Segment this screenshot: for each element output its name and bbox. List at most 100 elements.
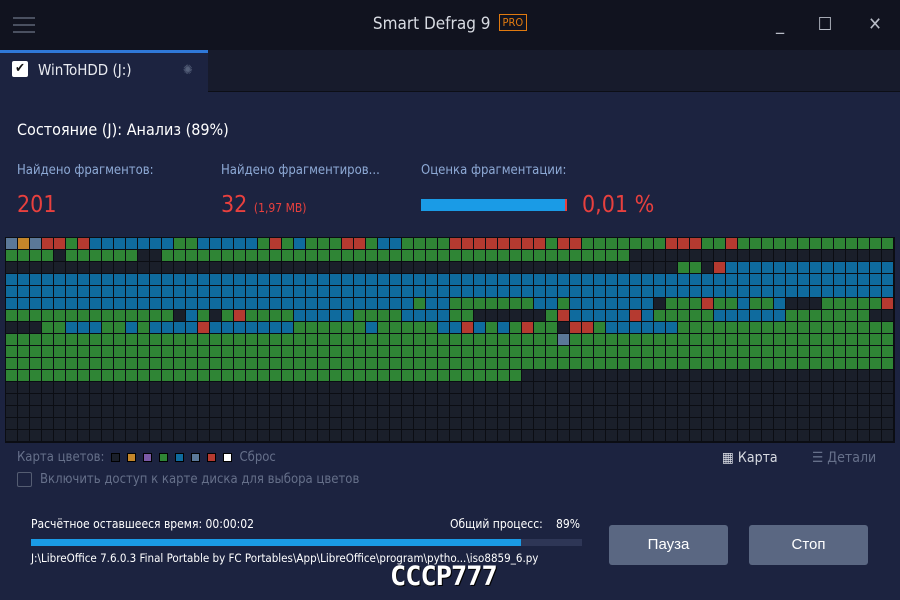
disk-block[interactable] <box>498 406 509 417</box>
disk-block[interactable] <box>258 394 269 405</box>
disk-block[interactable] <box>78 382 89 393</box>
disk-block[interactable] <box>882 334 893 345</box>
disk-block[interactable] <box>786 250 797 261</box>
disk-block[interactable] <box>822 286 833 297</box>
disk-block[interactable] <box>402 286 413 297</box>
disk-block[interactable] <box>330 430 341 441</box>
disk-block[interactable] <box>42 418 53 429</box>
disk-block[interactable] <box>702 418 713 429</box>
disk-block[interactable] <box>666 346 677 357</box>
disk-block[interactable] <box>882 346 893 357</box>
disk-block[interactable] <box>642 430 653 441</box>
disk-block[interactable] <box>174 274 185 285</box>
disk-block[interactable] <box>354 286 365 297</box>
disk-block[interactable] <box>786 418 797 429</box>
disk-block[interactable] <box>774 418 785 429</box>
disk-block[interactable] <box>846 418 857 429</box>
disk-block[interactable] <box>30 286 41 297</box>
disk-block[interactable] <box>318 334 329 345</box>
disk-block[interactable] <box>126 250 137 261</box>
disk-block[interactable] <box>414 250 425 261</box>
disk-block[interactable] <box>798 370 809 381</box>
disk-block[interactable] <box>270 274 281 285</box>
disk-block[interactable] <box>522 250 533 261</box>
disk-block[interactable] <box>654 262 665 273</box>
disk-block[interactable] <box>210 370 221 381</box>
disk-block[interactable] <box>450 322 461 333</box>
disk-block[interactable] <box>522 322 533 333</box>
disk-block[interactable] <box>666 238 677 249</box>
disk-block[interactable] <box>774 298 785 309</box>
disk-block[interactable] <box>882 382 893 393</box>
disk-block[interactable] <box>198 322 209 333</box>
disk-block[interactable] <box>258 334 269 345</box>
disk-block[interactable] <box>678 250 689 261</box>
disk-block[interactable] <box>330 310 341 321</box>
disk-block[interactable] <box>510 310 521 321</box>
disk-block[interactable] <box>486 394 497 405</box>
disk-block[interactable] <box>474 382 485 393</box>
disk-block[interactable] <box>498 298 509 309</box>
disk-block[interactable] <box>66 382 77 393</box>
disk-block[interactable] <box>78 298 89 309</box>
disk-block[interactable] <box>858 274 869 285</box>
disk-block[interactable] <box>390 250 401 261</box>
disk-block[interactable] <box>90 262 101 273</box>
disk-block[interactable] <box>18 298 29 309</box>
disk-block[interactable] <box>378 310 389 321</box>
disk-block[interactable] <box>798 394 809 405</box>
disk-block[interactable] <box>546 250 557 261</box>
disk-block[interactable] <box>702 262 713 273</box>
disk-block[interactable] <box>582 358 593 369</box>
disk-block[interactable] <box>774 334 785 345</box>
disk-block[interactable] <box>762 238 773 249</box>
disk-block[interactable] <box>558 298 569 309</box>
disk-block[interactable] <box>786 334 797 345</box>
disk-block[interactable] <box>546 382 557 393</box>
disk-block[interactable] <box>498 394 509 405</box>
disk-block[interactable] <box>306 358 317 369</box>
disk-block[interactable] <box>294 358 305 369</box>
disk-block[interactable] <box>474 358 485 369</box>
disk-block[interactable] <box>474 394 485 405</box>
disk-block[interactable] <box>738 298 749 309</box>
disk-block[interactable] <box>390 394 401 405</box>
disk-block[interactable] <box>222 370 233 381</box>
disk-block[interactable] <box>822 310 833 321</box>
disk-block[interactable] <box>558 250 569 261</box>
disk-block[interactable] <box>510 274 521 285</box>
disk-block[interactable] <box>114 406 125 417</box>
disk-block[interactable] <box>474 430 485 441</box>
disk-block[interactable] <box>570 382 581 393</box>
disk-block[interactable] <box>534 430 545 441</box>
disk-block[interactable] <box>18 238 29 249</box>
disk-block[interactable] <box>162 298 173 309</box>
disk-block[interactable] <box>726 430 737 441</box>
disk-block[interactable] <box>450 394 461 405</box>
disk-block[interactable] <box>654 394 665 405</box>
disk-block[interactable] <box>846 334 857 345</box>
disk-block[interactable] <box>378 394 389 405</box>
disk-block[interactable] <box>762 358 773 369</box>
disk-block[interactable] <box>666 298 677 309</box>
disk-block[interactable] <box>174 346 185 357</box>
disk-block[interactable] <box>78 262 89 273</box>
disk-block[interactable] <box>642 358 653 369</box>
disk-block[interactable] <box>834 298 845 309</box>
disk-block[interactable] <box>702 346 713 357</box>
disk-block[interactable] <box>54 382 65 393</box>
disk-block[interactable] <box>642 382 653 393</box>
disk-block[interactable] <box>798 274 809 285</box>
disk-block[interactable] <box>618 322 629 333</box>
disk-block[interactable] <box>330 358 341 369</box>
disk-block[interactable] <box>282 250 293 261</box>
disk-block[interactable] <box>882 298 893 309</box>
disk-block[interactable] <box>738 382 749 393</box>
disk-block[interactable] <box>702 370 713 381</box>
disk-block[interactable] <box>654 370 665 381</box>
disk-block[interactable] <box>390 346 401 357</box>
disk-block[interactable] <box>66 430 77 441</box>
disk-block[interactable] <box>450 250 461 261</box>
legend-swatch[interactable] <box>143 453 153 462</box>
disk-block[interactable] <box>6 382 17 393</box>
